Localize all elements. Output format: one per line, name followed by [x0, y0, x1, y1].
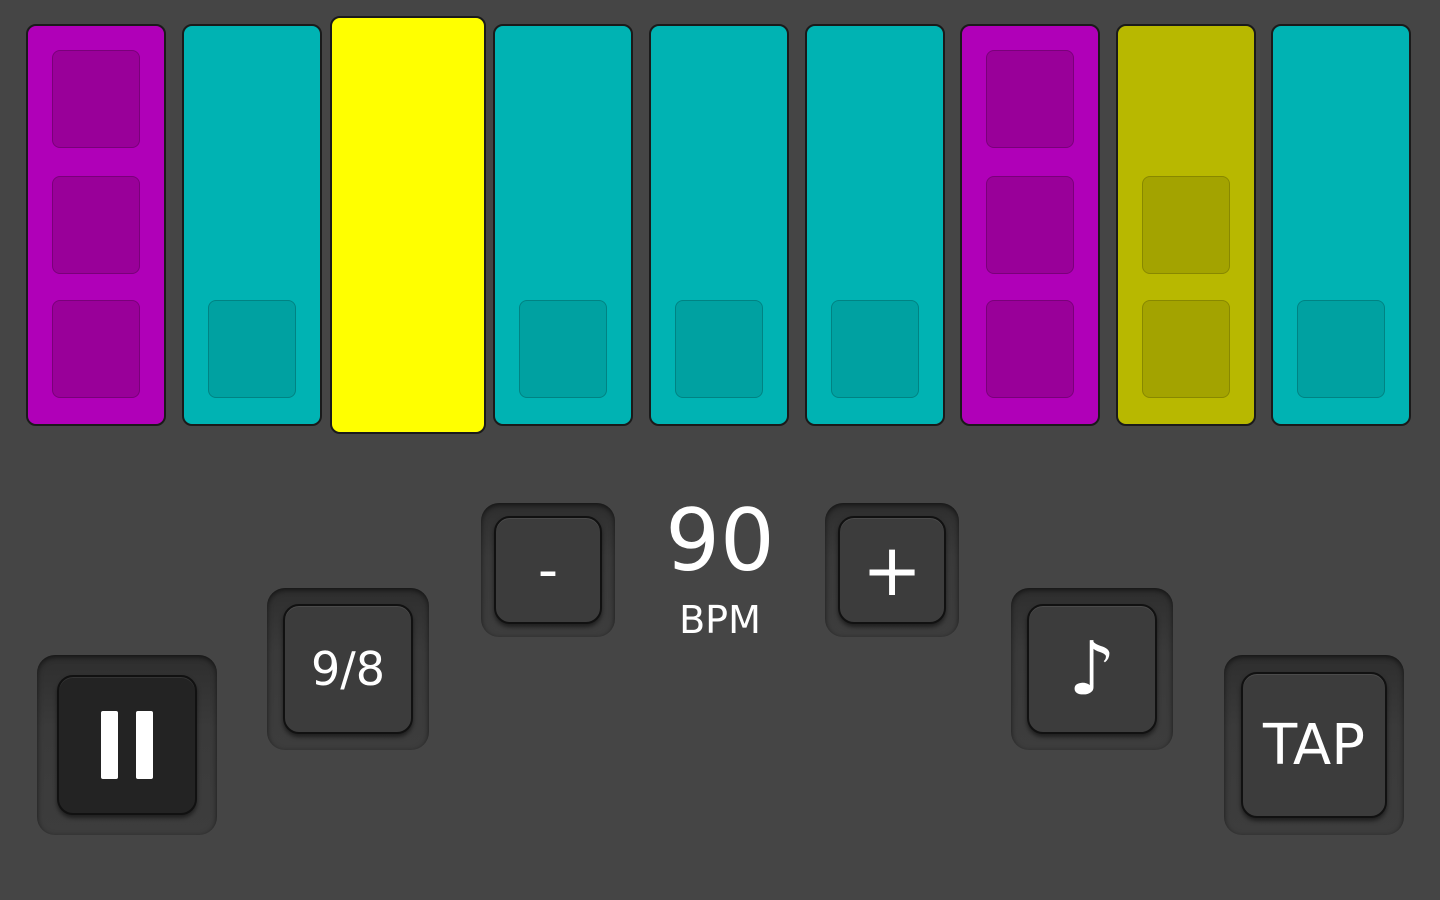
decrease-tempo-button[interactable]: - [494, 516, 602, 624]
plus-icon: + [861, 528, 923, 612]
beat-level-cell [1142, 300, 1230, 398]
tap-label: TAP [1263, 712, 1365, 778]
note-value-button[interactable]: ♪ [1027, 604, 1157, 734]
tap-tempo-button[interactable]: TAP [1241, 672, 1387, 818]
beat-level-cell [675, 300, 763, 398]
play-pause-button[interactable] [57, 675, 197, 815]
beat-column-7[interactable] [960, 24, 1100, 426]
beat-level-cell [831, 300, 919, 398]
beat-column-1[interactable] [26, 24, 166, 426]
beat-level-cell [519, 300, 607, 398]
eighth-note-icon: ♪ [1068, 626, 1116, 712]
beat-level-cell [986, 300, 1074, 398]
beat-column-5[interactable] [649, 24, 789, 426]
beat-level-cell [986, 176, 1074, 274]
beat-level-cell [1297, 300, 1385, 398]
beat-level-cell [1142, 176, 1230, 274]
time-signature-label: 9/8 [310, 642, 386, 696]
beat-column-9[interactable] [1271, 24, 1411, 426]
minus-icon: - [537, 537, 559, 603]
beat-level-cell [52, 300, 140, 398]
beat-column-3[interactable] [330, 16, 486, 434]
bpm-value: 90 [665, 491, 775, 591]
beat-level-cell [208, 300, 296, 398]
beat-column-2[interactable] [182, 24, 322, 426]
beat-level-cell [52, 176, 140, 274]
beat-column-8[interactable] [1116, 24, 1256, 426]
time-signature-button[interactable]: 9/8 [283, 604, 413, 734]
bpm-label: BPM [679, 598, 761, 642]
increase-tempo-button[interactable]: + [838, 516, 946, 624]
beat-column-6[interactable] [805, 24, 945, 426]
beat-level-cell [52, 50, 140, 148]
metronome-app: 9/8 - 90 BPM + ♪ TAP [0, 0, 1440, 900]
beat-column-4[interactable] [493, 24, 633, 426]
beat-level-cell [986, 50, 1074, 148]
pause-icon [93, 675, 161, 815]
